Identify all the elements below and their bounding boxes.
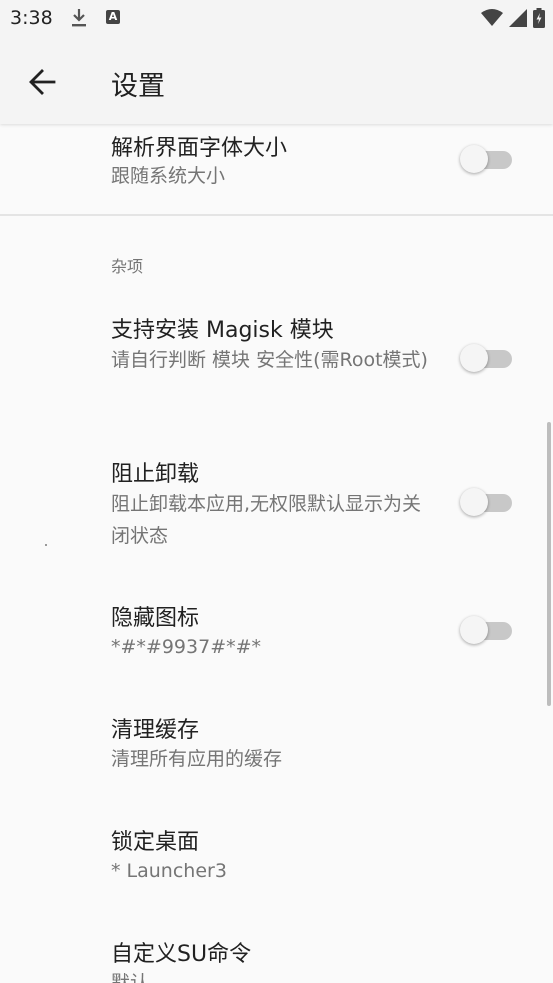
back-button[interactable] xyxy=(24,62,64,102)
setting-subtitle: 请自行判断 模块 安全性(需Root模式) xyxy=(111,349,428,371)
setting-subtitle: 跟随系统大小 xyxy=(111,165,226,187)
speck xyxy=(45,544,47,546)
setting-hide-icon[interactable]: 隐藏图标 *#*#9937#*#* xyxy=(0,588,553,678)
setting-lock-launcher[interactable]: 锁定桌面 * Launcher3 xyxy=(0,812,553,902)
toggle-thumb xyxy=(460,488,488,516)
status-time: 3:38 xyxy=(10,7,53,29)
app-bar: 设置 xyxy=(0,40,553,124)
scrollbar[interactable] xyxy=(547,422,551,706)
setting-subtitle: 默认 xyxy=(111,972,150,983)
setting-clear-cache[interactable]: 清理缓存 清理所有应用的缓存 xyxy=(0,700,553,790)
setting-font-size[interactable]: 解析界面字体大小 跟随系统大小 xyxy=(0,124,553,214)
setting-custom-su[interactable]: 自定义SU命令 默认 xyxy=(0,924,553,983)
setting-title: 锁定桌面 xyxy=(111,830,200,855)
font-size-toggle[interactable] xyxy=(460,144,514,174)
page-title: 设置 xyxy=(111,71,165,102)
a-notification-icon: A xyxy=(106,10,120,24)
setting-subtitle: *#*#9937#*#* xyxy=(111,636,262,658)
setting-title: 阻止卸载 xyxy=(111,462,200,487)
setting-subtitle: 清理所有应用的缓存 xyxy=(111,748,283,770)
signal-icon xyxy=(509,9,527,31)
toggle-thumb xyxy=(460,344,488,372)
setting-title: 隐藏图标 xyxy=(111,606,200,631)
divider xyxy=(0,214,553,216)
setting-magisk-modules[interactable]: 支持安装 Magisk 模块 请自行判断 模块 安全性(需Root模式) xyxy=(0,300,553,420)
battery-charging-icon xyxy=(533,8,545,32)
setting-title: 自定义SU命令 xyxy=(111,942,252,967)
setting-title: 解析界面字体大小 xyxy=(111,136,288,161)
setting-title: 支持安装 Magisk 模块 xyxy=(111,318,334,343)
toggle-thumb xyxy=(460,145,488,173)
setting-subtitle: 阻止卸载本应用,无权限默认显示为关闭状态 xyxy=(111,493,422,547)
setting-subtitle: * Launcher3 xyxy=(111,860,227,882)
magisk-toggle[interactable] xyxy=(460,343,514,373)
section-label-misc: 杂项 xyxy=(111,257,144,276)
download-icon xyxy=(70,8,88,32)
setting-block-uninstall[interactable]: 阻止卸载 阻止卸载本应用,无权限默认显示为关闭状态 xyxy=(0,444,553,564)
wifi-icon xyxy=(481,9,503,31)
setting-title: 清理缓存 xyxy=(111,718,200,743)
block-uninstall-toggle[interactable] xyxy=(460,487,514,517)
status-bar: 3:38 A xyxy=(0,0,553,40)
toggle-thumb xyxy=(460,616,488,644)
arrow-back-icon xyxy=(29,69,56,95)
hide-icon-toggle[interactable] xyxy=(460,615,514,645)
